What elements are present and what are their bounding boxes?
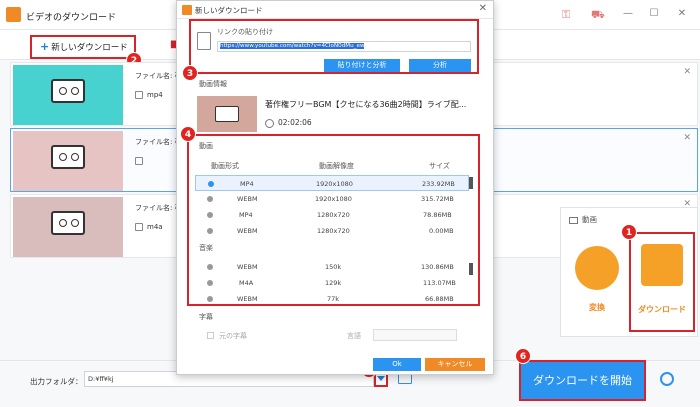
download-tile[interactable]: ダウンロード <box>629 232 695 332</box>
video-duration: 02:02:06 <box>265 118 312 128</box>
new-download-label: 新しいダウンロード <box>51 43 128 53</box>
table-row[interactable]: WEBM 1920x1080 315.72MB <box>195 191 469 207</box>
dialog-close-icon[interactable]: ✕ <box>479 3 487 14</box>
format-table-header: 動画形式 動画解像度 サイズ <box>199 159 469 175</box>
radio-icon <box>207 264 213 270</box>
close-button[interactable]: ✕ <box>676 8 688 20</box>
step-badge-3: 3 <box>182 65 198 81</box>
cassette-icon <box>51 145 85 169</box>
cart-icon[interactable]: ⛟ <box>591 9 605 21</box>
download-label: ダウンロード <box>638 305 686 314</box>
maximize-button[interactable]: ☐ <box>648 8 660 20</box>
key-icon[interactable]: ⚿ <box>560 9 572 21</box>
step-badge-6: 6 <box>515 348 531 364</box>
analyze-button[interactable]: 分析 <box>409 59 471 72</box>
video-thumbnail <box>13 65 123 125</box>
file-name: ファイル名: 著 <box>135 138 182 146</box>
table-row[interactable]: M4A 129k 113.07MB <box>195 275 469 291</box>
format-icon <box>135 223 143 231</box>
audio-section-label: 音楽 <box>199 244 213 252</box>
radio-icon <box>207 280 213 286</box>
download-arrow-icon <box>641 244 683 286</box>
table-row[interactable]: MP4 1280x720 78.86MB <box>195 207 469 223</box>
original-subtitle-label: 元の字幕 <box>219 332 247 340</box>
file-name: ファイル名: 著 <box>135 72 182 80</box>
video-thumbnail <box>197 96 257 132</box>
plus-icon: + <box>40 40 50 53</box>
alarm-icon[interactable] <box>660 372 674 386</box>
dialog-title-bar: 新しいダウンロード ✕ <box>177 1 493 19</box>
language-select[interactable] <box>373 329 457 341</box>
radio-icon <box>207 212 213 218</box>
video-thumbnail <box>13 131 123 191</box>
url-input[interactable]: https://www.youtube.com/watch?v=4CIoN0dM… <box>217 41 471 52</box>
video-info-label: 動画情報 <box>199 80 227 88</box>
clock-icon <box>265 118 274 128</box>
remove-item-icon[interactable]: ✕ <box>683 67 691 77</box>
convert-tile[interactable]: 変換 <box>567 238 627 328</box>
convert-label: 変換 <box>589 303 605 312</box>
clipboard-icon <box>197 32 211 50</box>
cancel-button[interactable]: キャンセル <box>425 358 485 371</box>
format-value <box>135 157 147 165</box>
video-title: 著作権フリーBGM【クセになる36曲2時間】ライブ配... <box>265 100 467 109</box>
panel-title: 動画 <box>569 214 597 225</box>
dialog-title: 新しいダウンロード <box>195 6 263 15</box>
radio-icon <box>207 228 213 234</box>
table-row[interactable]: MP4 1920x1080 233.92MB <box>195 175 469 191</box>
header-format: 動画形式 <box>211 162 239 170</box>
chevron-down-icon <box>377 376 385 381</box>
video-icon <box>569 216 578 224</box>
app-logo-icon <box>6 7 21 22</box>
new-download-button[interactable]: + 新しいダウンロード <box>30 35 136 59</box>
subtitle-section-label: 字幕 <box>199 313 213 321</box>
minimize-button[interactable]: — <box>622 8 634 20</box>
header-size: サイズ <box>429 162 450 170</box>
radio-icon <box>208 181 214 187</box>
video-tools-panel: 動画 変換 ダウンロード 1 <box>560 207 698 337</box>
file-name: ファイル名: 著 <box>135 204 182 212</box>
cassette-icon <box>51 211 85 235</box>
film-icon <box>575 246 619 290</box>
video-thumbnail <box>13 197 123 257</box>
table-row[interactable]: WEBM 77k 66.88MB <box>195 291 469 307</box>
app-title: ビデオのダウンロード <box>26 13 117 23</box>
header-resolution: 動画解像度 <box>319 162 354 170</box>
scrollbar[interactable] <box>469 177 473 189</box>
new-download-dialog: 新しいダウンロード ✕ リンクの貼り付け https://www.youtube… <box>176 0 494 375</box>
step-badge-4: 4 <box>180 126 196 142</box>
link-label: リンクの貼り付け <box>217 28 273 36</box>
format-icon <box>135 157 143 165</box>
output-folder-label: 出力フォルダ： <box>30 377 83 386</box>
original-subtitle-checkbox[interactable] <box>207 332 214 339</box>
table-row[interactable]: WEBM 150k 130.86MB <box>195 259 469 275</box>
paste-analyze-button[interactable]: 貼り付けと分析 <box>324 59 400 72</box>
step-badge-1: 1 <box>621 224 637 240</box>
table-row[interactable]: WEBM 1280x720 0.00MB <box>195 223 469 239</box>
language-label: 言語 <box>347 332 361 340</box>
video-section-label: 動画 <box>199 142 213 150</box>
scrollbar[interactable] <box>469 263 473 275</box>
remove-item-icon[interactable]: ✕ <box>683 133 691 143</box>
format-icon <box>135 91 143 99</box>
app-logo-icon <box>182 5 192 15</box>
cassette-icon <box>215 106 239 122</box>
radio-icon <box>207 196 213 202</box>
ok-button[interactable]: Ok <box>373 358 421 371</box>
radio-icon <box>207 296 213 302</box>
cassette-icon <box>51 79 85 103</box>
format-value: mp4 <box>135 91 163 99</box>
start-download-button[interactable]: ダウンロードを開始 <box>519 360 646 401</box>
format-value: m4a <box>135 223 163 231</box>
